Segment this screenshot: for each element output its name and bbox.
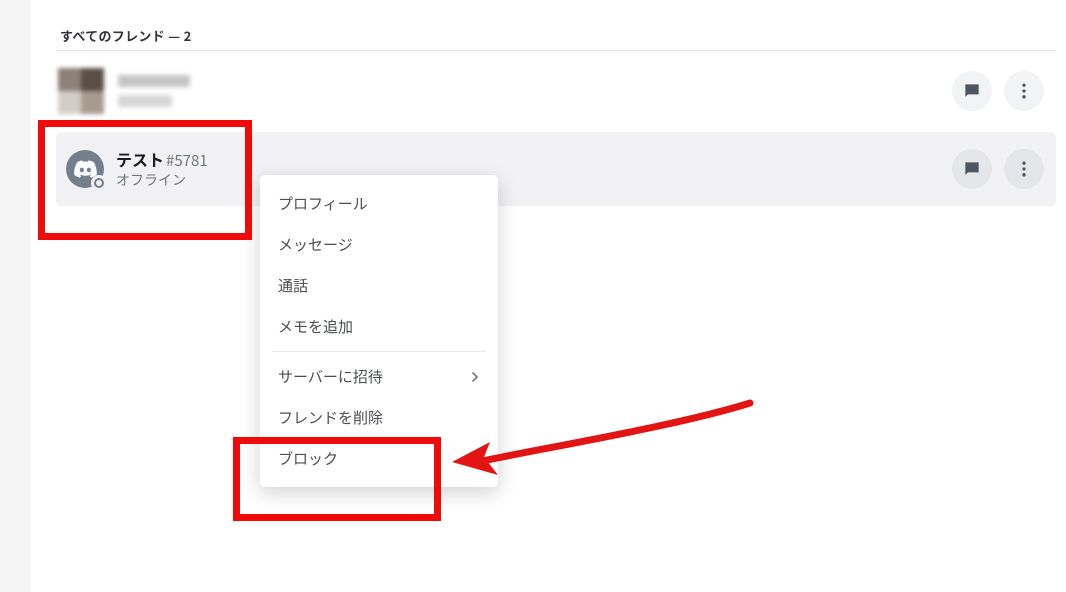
friend-status: オフライン	[116, 172, 208, 190]
friend-name: テスト	[116, 147, 164, 171]
left-gutter	[0, 0, 30, 592]
menu-item-add-note[interactable]: メモを追加	[260, 306, 498, 347]
menu-item-label: 通話	[278, 275, 308, 296]
avatar	[58, 68, 104, 114]
menu-item-label: プロフィール	[278, 193, 368, 214]
menu-item-profile[interactable]: プロフィール	[260, 183, 498, 224]
friend-info-blurred	[118, 75, 190, 107]
more-button[interactable]	[1004, 71, 1044, 111]
annotation-arrow	[450, 395, 770, 535]
message-icon	[962, 81, 982, 101]
more-button[interactable]	[1004, 149, 1044, 189]
menu-item-label: サーバーに招待	[278, 366, 383, 387]
menu-item-label: メモを追加	[278, 316, 353, 337]
menu-item-label: メッセージ	[278, 234, 353, 255]
menu-item-remove-friend[interactable]: フレンドを削除	[260, 397, 498, 438]
header-label: すべてのフレンド	[60, 26, 165, 45]
message-icon	[962, 159, 982, 179]
avatar	[66, 150, 104, 188]
more-icon	[1014, 81, 1034, 101]
menu-item-message[interactable]: メッセージ	[260, 224, 498, 265]
message-button[interactable]	[952, 71, 992, 111]
status-offline-icon	[91, 175, 107, 191]
friend-tag: #5781	[166, 150, 208, 171]
discord-icon	[73, 160, 97, 178]
menu-item-block[interactable]: ブロック	[260, 438, 498, 479]
message-button[interactable]	[952, 149, 992, 189]
menu-item-invite-server[interactable]: サーバーに招待	[260, 356, 498, 397]
menu-separator	[272, 351, 486, 352]
menu-item-label: フレンドを削除	[278, 407, 383, 428]
context-menu: プロフィール メッセージ 通話 メモを追加 サーバーに招待 フレンドを削除 ブロ…	[260, 175, 498, 487]
friends-header: すべてのフレンド — 2	[60, 26, 192, 45]
friend-info: テスト#5781 オフライン	[116, 149, 208, 189]
header-divider	[56, 50, 1056, 51]
friend-row[interactable]	[58, 60, 1056, 122]
chevron-right-icon	[470, 367, 480, 387]
friend-row-selected[interactable]: テスト#5781 オフライン	[56, 132, 1056, 206]
menu-item-label: ブロック	[278, 448, 338, 469]
menu-item-call[interactable]: 通話	[260, 265, 498, 306]
header-sep: —	[168, 26, 183, 45]
more-icon	[1014, 159, 1034, 179]
header-count: 2	[184, 26, 192, 45]
friends-panel: すべてのフレンド — 2	[0, 0, 1066, 592]
